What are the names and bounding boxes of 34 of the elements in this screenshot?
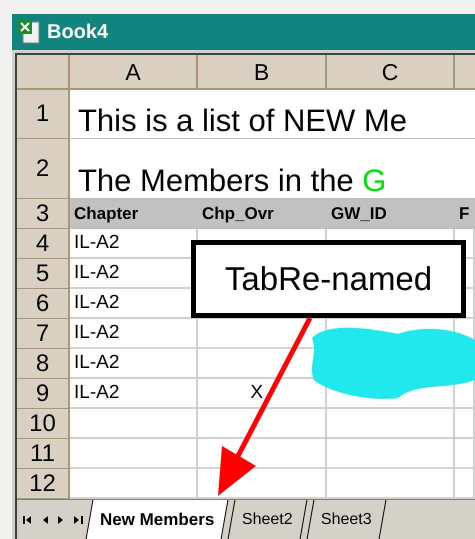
sheet-tab[interactable]: New Members — [86, 500, 229, 539]
callout-label: TabRe-named — [191, 240, 466, 318]
row-header[interactable]: 5 — [17, 259, 70, 289]
row-header[interactable]: 9 — [17, 379, 70, 409]
row-header[interactable]: 11 — [17, 439, 70, 469]
table-cell: F — [455, 199, 475, 229]
row-header[interactable]: 10 — [17, 409, 70, 439]
title-cell: The Members in the G — [78, 165, 386, 196]
table-cell: GW_ID — [327, 199, 455, 229]
window-title: Book4 — [47, 20, 108, 45]
table-cell: IL-A2 — [70, 349, 198, 379]
table-cell — [455, 439, 475, 469]
table-cell: IL-A2 — [70, 319, 198, 349]
first-sheet-icon[interactable] — [23, 514, 32, 524]
row-header[interactable]: 7 — [17, 319, 70, 349]
row-header[interactable]: 4 — [17, 229, 70, 259]
title-cell: This is a list of NEW Me — [78, 105, 407, 136]
row-header[interactable]: 2 — [17, 139, 70, 199]
row-header[interactable]: 6 — [17, 289, 70, 319]
row-header[interactable]: 3 — [17, 199, 70, 229]
table-cell: IL-A2 — [70, 379, 198, 409]
row-header[interactable]: 1 — [17, 90, 70, 139]
previous-sheet-icon[interactable] — [42, 514, 48, 524]
table-cell: Chapter — [70, 199, 198, 229]
table-cell: Chp_Ovr — [198, 199, 327, 229]
row-header[interactable]: 8 — [17, 349, 70, 379]
sheet-tab[interactable]: Sheet3 — [306, 500, 386, 539]
next-sheet-icon[interactable] — [58, 514, 64, 524]
spreadsheet-icon — [17, 19, 41, 45]
table-cell — [455, 409, 475, 439]
sheet-tab[interactable]: Sheet2 — [228, 500, 308, 539]
table-cell: IL-A2 — [70, 229, 198, 259]
last-sheet-icon[interactable] — [74, 514, 83, 524]
row-header[interactable]: 12 — [17, 469, 70, 499]
